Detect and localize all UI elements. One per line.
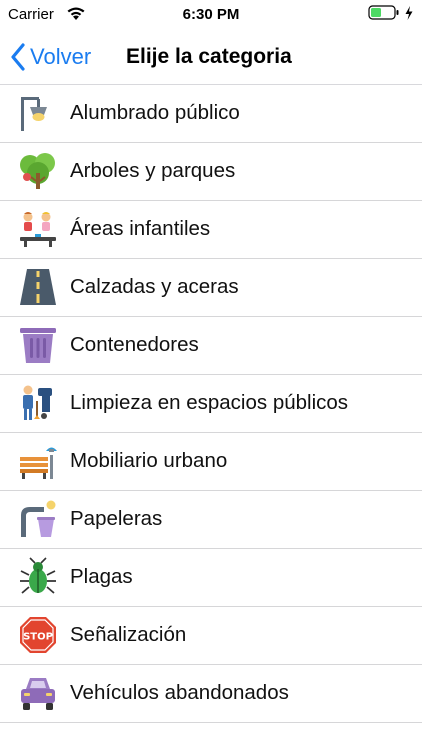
street-cleaner-icon [23,385,52,420]
status-time: 6:30 PM [182,6,240,23]
svg-text:STOP: STOP [23,632,53,643]
streetlight-icon [21,97,47,131]
category-label: Plagas [70,565,133,588]
category-label: Arboles y parques [70,159,236,182]
status-bar: Carrier 6:30 PM [0,0,422,30]
chevron-left-icon [11,43,25,71]
category-label: Áreas infantiles [70,217,211,240]
category-label: Limpieza en espacios públicos [70,391,349,414]
category-label: Señalización [70,623,187,646]
page-title: Elije la categoria [126,45,292,68]
list-item-vehiculos[interactable]: Vehículos abandonados [0,665,422,723]
category-label: Alumbrado público [70,101,240,124]
battery-icon [368,5,399,20]
playground-icon [20,212,56,247]
stop-sign-icon: STOP [20,617,56,653]
category-label: Contenedores [70,333,199,356]
list-item-calzadas[interactable]: Calzadas y aceras [0,259,422,317]
category-label: Papeleras [70,507,163,530]
road-icon [20,269,56,305]
list-item-senalizacion[interactable]: STOP Señalización [0,607,422,665]
list-item-areas-infantiles[interactable]: Áreas infantiles [0,201,422,259]
list-item-limpieza[interactable]: Limpieza en espacios públicos [0,375,422,433]
list-item-plagas[interactable]: Plagas [0,549,422,607]
category-label: Vehículos abandonados [70,681,289,704]
container-icon [20,328,56,363]
back-button[interactable]: Volver [10,42,91,72]
category-list: Alumbrado público Arboles y parques Área… [0,85,422,723]
list-item-mobiliario[interactable]: Mobiliario urbano [0,433,422,491]
bench-icon [20,447,57,479]
charging-icon [405,6,413,20]
back-label: Volver [30,44,92,69]
category-label: Mobiliario urbano [70,449,228,472]
list-item-arboles[interactable]: Arboles y parques [0,143,422,201]
navigation-bar: Volver Elije la categoria [0,30,422,85]
car-icon [21,678,55,710]
list-item-contenedores[interactable]: Contenedores [0,317,422,375]
tree-icon [20,153,55,189]
list-item-alumbrado[interactable]: Alumbrado público [0,85,422,143]
waste-bin-icon [21,500,56,537]
bug-icon [20,557,56,594]
category-label: Calzadas y aceras [70,275,239,298]
list-item-papeleras[interactable]: Papeleras [0,491,422,549]
